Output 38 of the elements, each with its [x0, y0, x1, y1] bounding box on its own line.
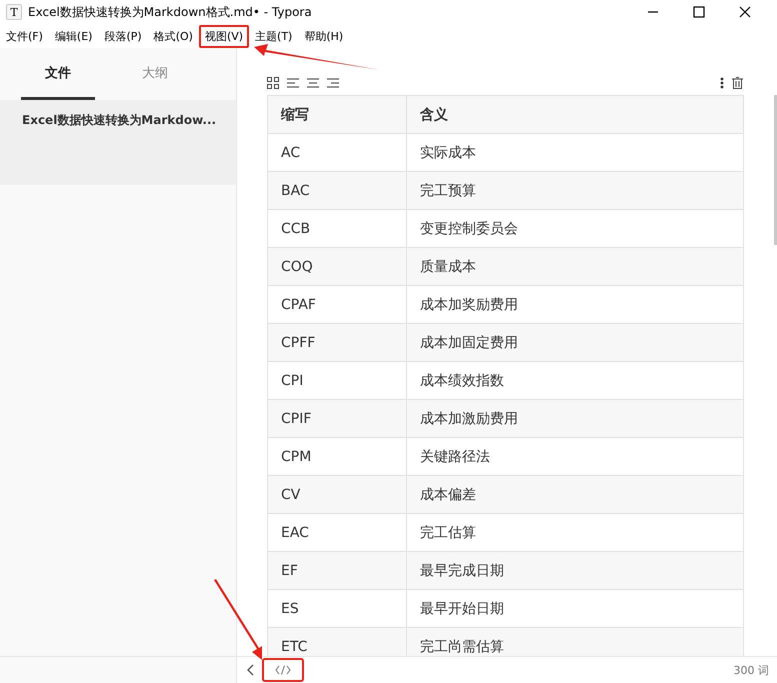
table-cell: 最早完成日期 — [406, 552, 744, 590]
window-title: Excel数据快速转换为Markdown格式.md• - Typora — [28, 4, 313, 20]
table-cell: EF — [268, 552, 406, 590]
menu-item[interactable]: 编辑(E) — [48, 24, 98, 48]
more-icon[interactable] — [720, 77, 724, 89]
table-cell: 成本加固定费用 — [406, 324, 744, 362]
column-header: 含义 — [406, 96, 744, 134]
trash-icon[interactable] — [732, 77, 743, 89]
menu-item[interactable]: 段落(P) — [98, 24, 148, 48]
word-count: 300 词 — [734, 662, 770, 678]
column-header: 缩写 — [268, 96, 406, 134]
table-cell: 质量成本 — [406, 248, 744, 286]
table-cell: 完工预算 — [406, 172, 744, 210]
align-center-icon[interactable] — [307, 78, 319, 88]
menu-item[interactable]: 文件(F) — [0, 24, 49, 48]
align-left-icon[interactable] — [287, 78, 299, 88]
grid-icon[interactable] — [267, 77, 279, 89]
table-cell: CV — [268, 476, 406, 514]
source-code-button[interactable] — [262, 658, 304, 682]
menu-item[interactable]: 视图(V) — [198, 24, 250, 48]
table-cell: CPIF — [268, 400, 406, 438]
table-cell: CPFF — [268, 324, 406, 362]
menu-item[interactable]: 格式(O) — [148, 24, 199, 48]
app-icon: T — [6, 4, 22, 20]
table-cell: 成本偏差 — [406, 476, 744, 514]
table-cell: BAC — [268, 172, 406, 210]
maximize-icon[interactable] — [693, 6, 705, 18]
close-icon[interactable] — [739, 6, 751, 18]
code-icon — [275, 665, 291, 675]
table-cell: ETC — [268, 628, 406, 656]
scrollbar[interactable] — [774, 95, 777, 245]
table-cell: COQ — [268, 248, 406, 286]
menu-item[interactable]: 主题(T) — [249, 24, 298, 48]
align-right-icon[interactable] — [327, 78, 339, 88]
file-item[interactable]: Excel数据快速转换为Markdow... — [0, 100, 236, 185]
table-cell: 成本加激励费用 — [406, 400, 744, 438]
menu-item[interactable]: 帮助(H) — [298, 24, 350, 48]
chevron-left-icon[interactable] — [247, 664, 254, 676]
